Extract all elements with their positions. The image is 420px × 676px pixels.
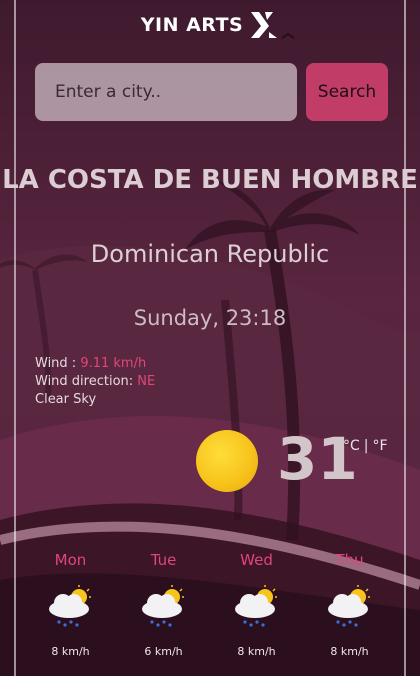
wind-direction-label: Wind direction: [35, 374, 138, 389]
forecast-wind: 8 km/h [237, 645, 276, 658]
sky-condition: Clear Sky [35, 392, 97, 407]
forecast-row: Mon 8 km/h Tue 6 km/h Wed 8 km/h Thu 8 k… [0, 551, 420, 658]
wind-direction-row: Wind direction: NE [35, 373, 155, 391]
search-button[interactable]: Search [306, 63, 388, 121]
date-time: Sunday, 23:18 [133, 306, 287, 330]
wind-value: 9.11 km/h [80, 356, 147, 371]
forecast-day-name: Thu [335, 551, 364, 569]
forecast-day-name: Tue [150, 551, 177, 569]
wind-label: Wind : [35, 356, 81, 371]
fahrenheit-toggle[interactable]: °F [373, 438, 388, 454]
brand-header: YIN ARTS [0, 10, 420, 40]
forecast-day: Mon 8 km/h [31, 551, 111, 658]
city-name: LA COSTA DE BUEN HOMBRE [2, 165, 418, 195]
sun-icon [196, 430, 258, 492]
forecast-day-name: Mon [54, 551, 87, 569]
logo-icon [251, 12, 278, 38]
weather-app: YIN ARTS Search LA COSTA DE BUEN HOMBRE … [0, 0, 420, 676]
current-temperature: 31 [277, 425, 358, 493]
forecast-day: Thu 8 km/h [310, 551, 390, 658]
forecast-day: Wed 8 km/h [217, 551, 297, 658]
forecast-day: Tue 6 km/h [124, 551, 204, 658]
weather-details: Wind : 9.11 km/h Wind direction: NE Clea… [35, 355, 155, 409]
cloud-sun-rain-icon [141, 585, 184, 627]
wind-row: Wind : 9.11 km/h [35, 355, 155, 373]
cloud-sun-rain-icon [234, 585, 277, 627]
city-search-input[interactable] [35, 63, 297, 121]
wind-direction-value: NE [137, 374, 156, 389]
forecast-wind: 8 km/h [51, 645, 90, 658]
unit-toggle: °C | °F [343, 438, 388, 454]
forecast-wind: 8 km/h [330, 645, 369, 658]
brand-name: YIN ARTS [140, 14, 244, 36]
unit-separator: | [363, 438, 369, 454]
cloud-sun-rain-icon [327, 585, 370, 627]
cloud-sun-rain-icon [48, 585, 91, 627]
forecast-day-name: Wed [240, 551, 273, 569]
forecast-wind: 6 km/h [144, 645, 183, 658]
country-name: Dominican Republic [90, 240, 330, 268]
celsius-toggle[interactable]: °C [343, 438, 360, 454]
